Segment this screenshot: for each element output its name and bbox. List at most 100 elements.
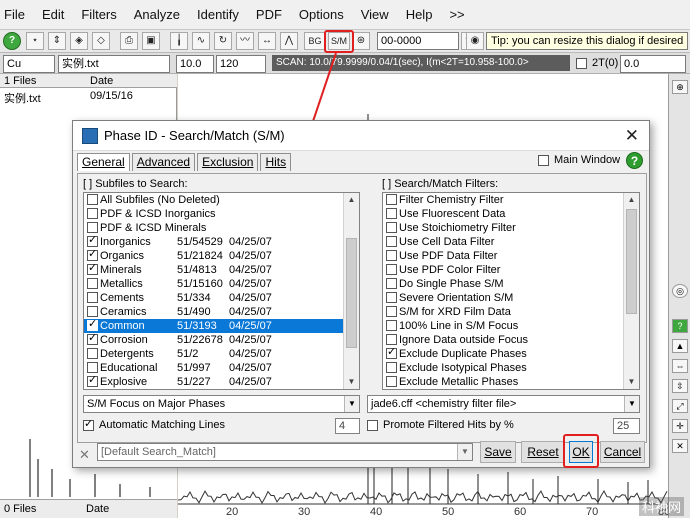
globe-icon[interactable]: ⊛	[352, 32, 370, 50]
zoom-icon[interactable]: ⊕	[672, 80, 688, 94]
chevron-down-icon[interactable]: ▼	[457, 444, 472, 460]
filter-checkbox[interactable]	[386, 250, 397, 261]
subfile-checkbox[interactable]	[87, 278, 98, 289]
filter-checkbox[interactable]	[386, 376, 397, 387]
scroll-thumb[interactable]	[626, 209, 637, 314]
filter-checkbox[interactable]	[386, 362, 397, 373]
menu-item[interactable]: Filters	[81, 7, 116, 22]
updown-icon[interactable]: ⇕	[48, 32, 66, 50]
auto-lines-input[interactable]: 4	[335, 418, 360, 434]
filter-row[interactable]: Use PDF Color Filter	[383, 263, 639, 277]
expand-icon[interactable]: ✛	[672, 419, 688, 433]
subfile-checkbox[interactable]	[87, 362, 98, 373]
reset-button[interactable]: Reset	[521, 441, 565, 463]
menu-item[interactable]: Analyze	[134, 7, 180, 22]
subfile-checkbox[interactable]	[87, 194, 98, 205]
subfile-checkbox[interactable]	[87, 222, 98, 233]
filter-row[interactable]: Exclude Metallic Phases	[383, 375, 639, 389]
cancel-button[interactable]: Cancel	[600, 441, 645, 463]
filter-row[interactable]: Exclude Isotypical Phases	[383, 361, 639, 375]
layers-icon[interactable]: ◈	[70, 32, 88, 50]
subfile-row[interactable]: Explosive 51/227 04/25/07	[84, 374, 359, 389]
filter-row[interactable]: Severe Orientation S/M	[383, 291, 639, 305]
tab-item[interactable]: Advanced	[131, 153, 196, 171]
menu-item[interactable]: Edit	[42, 7, 64, 22]
subfile-checkbox[interactable]	[87, 348, 98, 359]
dialog-help-icon[interactable]: ?	[626, 152, 643, 169]
filter-checkbox[interactable]	[386, 320, 397, 331]
subfile-row[interactable]: Detergents 51/2 04/25/07	[84, 347, 359, 361]
subfile-row[interactable]: Metallics 51/15160 04/25/07	[84, 277, 359, 291]
subfile-row[interactable]: PDF & ICSD Minerals	[84, 221, 359, 235]
filter-row[interactable]: Use PDF Data Filter	[383, 249, 639, 263]
menu-item[interactable]: File	[4, 7, 25, 22]
filter-row[interactable]: Use Cell Data Filter	[383, 235, 639, 249]
file-select[interactable]: 实例.txt	[58, 55, 170, 73]
filter-row[interactable]: S/M for XRD Film Data	[383, 305, 639, 319]
filter-checkbox[interactable]	[386, 236, 397, 247]
subfile-row[interactable]: Educational 51/997 04/25/07	[84, 361, 359, 375]
filter-row[interactable]: Do Single Phase S/M	[383, 277, 639, 291]
chemistry-filter-select[interactable]: jade6.cff <chemistry filter file> ▼	[367, 395, 640, 413]
subfile-checkbox[interactable]	[87, 234, 98, 247]
main-window-checkbox[interactable]	[538, 154, 549, 166]
help-icon[interactable]: ?	[3, 32, 21, 50]
subfile-row[interactable]: Common 51/3193 04/25/07	[84, 318, 359, 333]
tab-item[interactable]: Exclusion	[197, 153, 259, 171]
pan-icon[interactable]: ⤢	[672, 399, 688, 413]
filter-checkbox[interactable]	[386, 208, 397, 219]
tab-item[interactable]: General	[77, 153, 130, 171]
menu-item[interactable]: Options	[299, 7, 344, 22]
promote-checkbox[interactable]	[367, 419, 378, 431]
up-arrow-icon[interactable]: ▲	[672, 339, 688, 353]
bars-icon[interactable]: ╽	[170, 32, 188, 50]
scroll-thumb[interactable]	[346, 238, 357, 348]
promote-option[interactable]: Promote Filtered Hits by %	[367, 419, 514, 431]
filter-checkbox[interactable]	[386, 346, 397, 359]
scroll-down-icon[interactable]: ▼	[624, 375, 639, 389]
filter-row[interactable]: Use Fluorescent Data	[383, 207, 639, 221]
wave-icon[interactable]: ∿	[192, 32, 210, 50]
peaks-icon[interactable]: ⋀	[280, 32, 298, 50]
subfile-row[interactable]: Cements 51/334 04/25/07	[84, 291, 359, 305]
files-count-header[interactable]: 1 Files	[0, 74, 86, 87]
subfile-checkbox[interactable]	[87, 306, 98, 317]
subfile-row[interactable]: Organics 51/21824 04/25/07	[84, 248, 359, 263]
erase-icon[interactable]: ◇	[92, 32, 110, 50]
file-item-name[interactable]: 实例.txt	[4, 90, 41, 106]
subfile-checkbox[interactable]	[87, 262, 98, 275]
save-button[interactable]: Save	[480, 441, 516, 463]
subfile-checkbox[interactable]	[87, 248, 98, 261]
smooth-icon[interactable]: 〰	[236, 32, 254, 50]
saved-search-select[interactable]: [Default Search_Match] ▼	[97, 443, 473, 461]
filter-checkbox[interactable]	[386, 264, 397, 275]
end-angle-input[interactable]: 120	[216, 55, 266, 73]
refresh-icon[interactable]: ↻	[214, 32, 232, 50]
fit-icon[interactable]: ⇔	[672, 359, 688, 373]
subfile-checkbox[interactable]	[87, 374, 98, 387]
filters-scrollbar[interactable]: ▲ ▼	[623, 193, 639, 389]
subfile-checkbox[interactable]	[87, 318, 98, 331]
close-icon[interactable]: ✕	[625, 126, 639, 146]
menu-item[interactable]: PDF	[256, 7, 282, 22]
background-button[interactable]: BG	[304, 32, 326, 50]
subfile-row[interactable]: Ceramics 51/490 04/25/07	[84, 305, 359, 319]
filter-row[interactable]: Ignore Data outside Focus	[383, 333, 639, 347]
arrows-icon[interactable]: ↔	[258, 32, 276, 50]
element-select[interactable]: Cu	[3, 55, 55, 73]
menu-item[interactable]: >>	[449, 7, 464, 22]
date-header[interactable]: Date	[86, 74, 113, 87]
target-icon[interactable]: ◎	[672, 284, 688, 298]
filter-row[interactable]: Use Stoichiometry Filter	[383, 221, 639, 235]
shrink-icon[interactable]: ✕	[672, 439, 688, 453]
save-icon[interactable]: ▣	[142, 32, 160, 50]
filter-checkbox[interactable]	[386, 306, 397, 317]
twotheta-check[interactable]: 2T(0)	[576, 57, 618, 69]
menu-item[interactable]: View	[361, 7, 389, 22]
filter-row[interactable]: Exclude Duplicate Phases	[383, 346, 639, 361]
help-icon-2[interactable]: ?	[672, 319, 688, 333]
chevron-down-icon[interactable]: ▼	[624, 396, 639, 412]
filters-list[interactable]: Filter Chemistry Filter Use Fluorescent D…	[382, 192, 640, 390]
menu-item[interactable]: Help	[406, 7, 433, 22]
chevron-down-icon[interactable]: ▼	[344, 396, 359, 412]
